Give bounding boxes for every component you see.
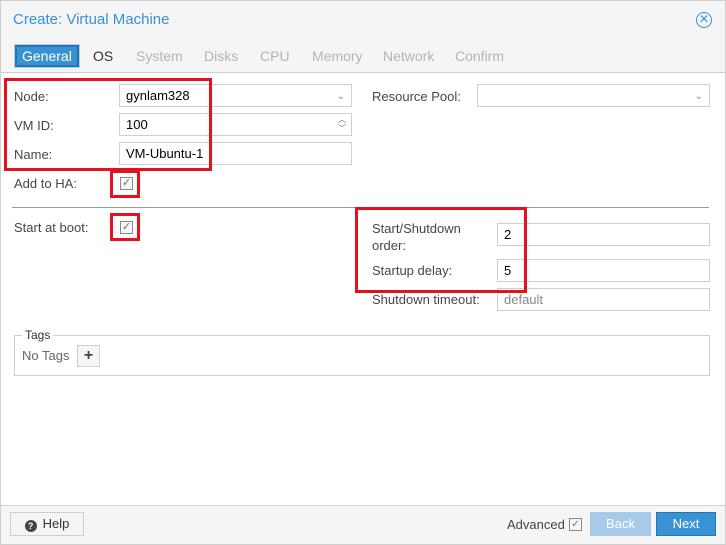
shutdown-timeout-label: Shutdown timeout: [372,292,480,307]
shutdown-timeout-placeholder: default [504,292,544,307]
order-label: Start/Shutdown order: [372,221,461,253]
add-ha-label: Add to HA: [14,176,77,191]
node-label: Node: [14,89,49,104]
startup-delay-input[interactable]: 5 [497,259,710,282]
order-input[interactable]: 2 [497,223,710,246]
start-boot-checkbox[interactable]: ✓ [120,221,133,234]
no-tags-text: No Tags [22,348,70,363]
startup-delay-label: Startup delay: [372,263,453,278]
dialog-title-bar: Create: Virtual Machine ✕ [0,0,726,38]
section-divider [12,207,709,208]
tab-network: Network [383,48,435,64]
help-button[interactable]: ? Help [10,512,84,536]
shutdown-timeout-input[interactable]: default [497,288,710,311]
name-label: Name: [14,147,53,162]
tab-general[interactable]: General [14,44,80,68]
dialog-title: Create: Virtual Machine [13,11,170,28]
tab-system: System [136,48,183,64]
name-value: VM-Ubuntu-1 [126,146,204,161]
name-input[interactable]: VM-Ubuntu-1 [119,142,352,165]
node-value: gynlam328 [126,88,190,103]
spinner-icon[interactable]: ︿ ﹀ [338,115,346,133]
tags-legend: Tags [22,328,54,342]
node-select[interactable]: gynlam328 ⌄ [119,84,352,107]
add-ha-checkbox[interactable]: ✓ [120,177,133,190]
vmid-value: 100 [126,117,148,132]
help-label: Help [42,516,70,531]
back-button[interactable]: Back [590,512,651,536]
close-icon[interactable]: ✕ [696,12,712,28]
tab-confirm: Confirm [455,48,505,64]
chevron-down-icon[interactable]: ⌄ [695,89,703,104]
tab-os[interactable]: OS [88,45,118,67]
startup-delay-value: 5 [504,263,512,278]
advanced-label: Advanced [507,517,565,532]
tab-disks: Disks [204,48,239,64]
vmid-input[interactable]: 100 ︿ ﹀ [119,113,352,136]
order-value: 2 [504,227,512,242]
chevron-down-icon[interactable]: ⌄ [337,89,345,104]
advanced-checkbox[interactable]: ✓ [569,518,582,531]
tab-cpu: CPU [260,48,290,64]
dialog-footer: ? Help Advanced ✓ Back Next [0,505,726,545]
tab-memory: Memory [312,48,363,64]
tab-bar: General OS System Disks CPU Memory Netwo… [0,38,726,73]
vmid-label: VM ID: [14,118,54,133]
resource-pool-select[interactable]: ⌄ [477,84,710,107]
add-tag-button[interactable]: + [77,345,100,367]
question-icon: ? [24,520,37,532]
resource-pool-label: Resource Pool: [372,89,461,104]
next-button[interactable]: Next [656,512,716,536]
tags-fieldset: Tags No Tags + [14,328,710,376]
start-boot-label: Start at boot: [14,220,89,235]
